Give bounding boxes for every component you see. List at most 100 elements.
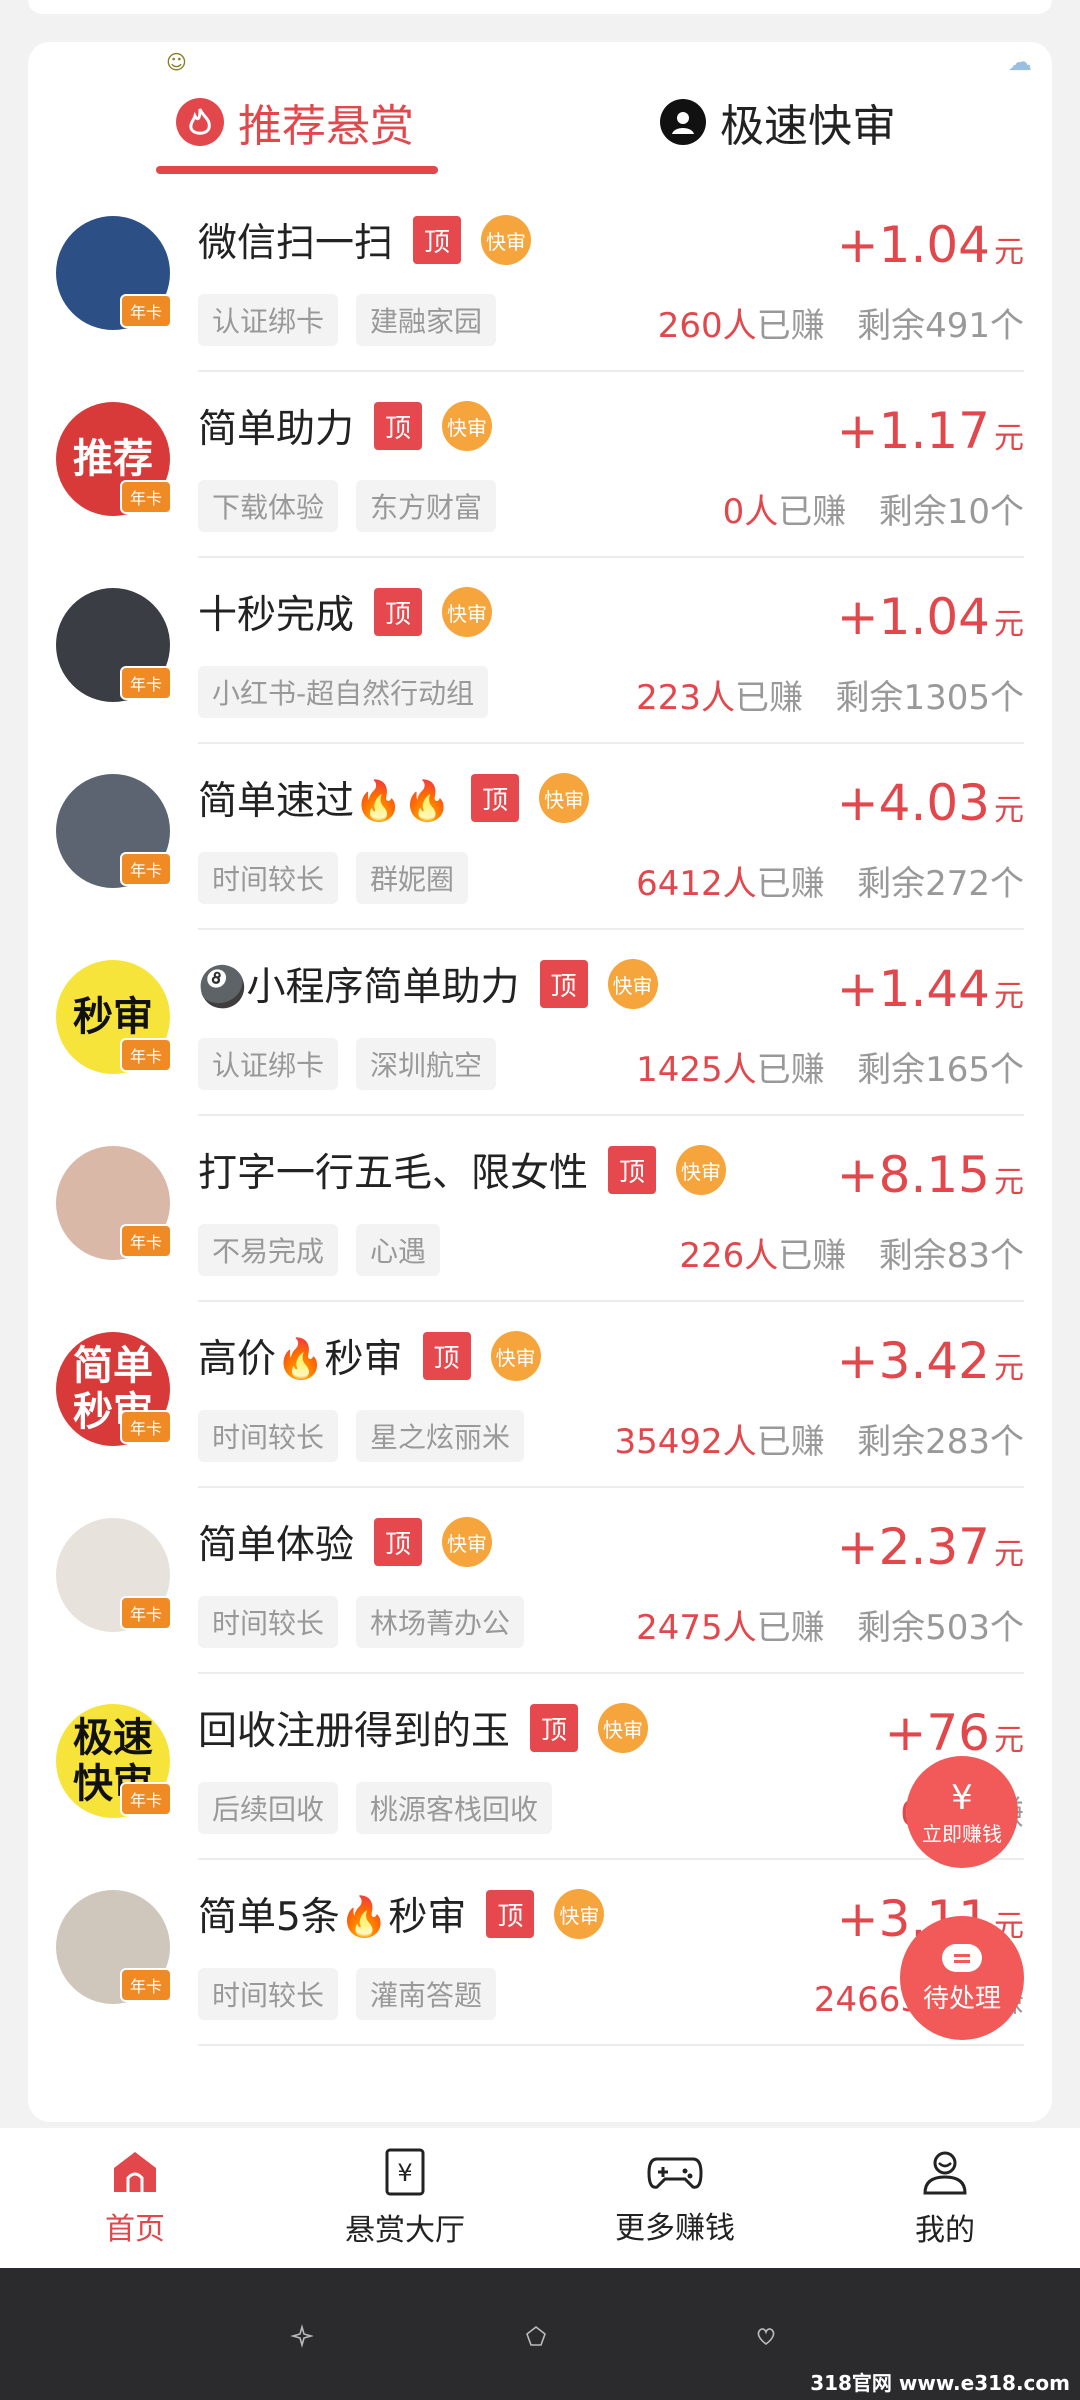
task-price: +8.15 元: [837, 1146, 1024, 1204]
task-tags: 下载体验 东方财富: [198, 480, 497, 532]
task-stats: 223人已赚 剩余1305个: [636, 670, 1024, 719]
yuan-icon: ¥: [951, 1777, 973, 1818]
price-unit: 元: [994, 1723, 1024, 1758]
task-tag: 后续回收: [198, 1782, 339, 1834]
price-unit: 元: [994, 793, 1024, 828]
earned-unit: 人: [722, 1422, 757, 1462]
remain-prefix: 剩余: [857, 1422, 926, 1462]
remain-count: 491: [925, 306, 990, 346]
task-title-row: 高价🔥秒审 顶 快审: [198, 1328, 541, 1384]
chat-bubble-icon: [942, 1943, 982, 1972]
remain-prefix: 剩余: [878, 492, 947, 532]
system-back-icon[interactable]: [290, 2324, 314, 2348]
task-stats: 6412人已赚 剩余272个: [636, 856, 1024, 905]
remain-suffix: 个: [990, 1236, 1024, 1276]
task-item[interactable]: 年卡 微信扫一扫 顶 快审 认证绑卡 建融家园 +1.04 元 260人已赚 剩余…: [28, 186, 1052, 372]
price-value: +1.04: [836, 588, 990, 646]
tab-recommended[interactable]: 推荐悬赏: [176, 90, 414, 154]
task-item[interactable]: 年卡 简单5条🔥秒审 顶 快审 时间较长灌南答题 +3.11 元 24663人已…: [28, 1860, 1052, 2046]
remain-suffix: 个: [990, 1422, 1024, 1462]
task-title: 微信扫一扫: [198, 221, 394, 266]
user-icon: [923, 2151, 967, 2195]
annual-card-badge: 年卡: [120, 1596, 172, 1630]
remain-prefix: 剩余: [857, 1608, 926, 1648]
task-tags: 时间较长 林场菁办公: [198, 1596, 525, 1648]
task-price: +1.04 元: [837, 588, 1024, 646]
earned-suffix: 已赚: [778, 492, 847, 532]
price-value: +8.15: [836, 1146, 990, 1204]
task-item[interactable]: 秒审 年卡 🎱小程序简单助力 顶 快审 认证绑卡 深圳航空 +1.44 元 142…: [28, 930, 1052, 1116]
price-value: +1.17: [836, 402, 990, 460]
earned-unit: 人: [744, 492, 779, 532]
earned-unit: 人: [722, 864, 757, 904]
annual-card-badge: 年卡: [120, 480, 172, 514]
task-card: ☺ ☁ 推荐悬赏 极速快审 年卡 微信扫一扫 顶 快审 认证绑卡 建融家园 +1.: [28, 42, 1052, 2122]
task-title: 高价🔥秒审: [198, 1337, 403, 1382]
task-tag: 时间较长: [198, 1596, 339, 1648]
task-stats: 226人已赚 剩余83个: [679, 1228, 1024, 1277]
remain-count: 10: [946, 492, 990, 532]
task-title-row: 简单5条🔥秒审 顶 快审: [198, 1886, 605, 1942]
remain-suffix: 个: [990, 306, 1024, 346]
task-price: +2.37 元: [837, 1518, 1024, 1576]
previous-card-edge: [28, 0, 1052, 14]
task-title-row: 十秒完成 顶 快审: [198, 584, 493, 640]
nav-more-earn-label: 更多赚钱: [615, 2211, 735, 2246]
task-item[interactable]: 推荐 年卡 简单助力 顶 快审 下载体验 东方财富 +1.17 元 0人已赚 剩余…: [28, 372, 1052, 558]
earned-suffix: 已赚: [756, 1050, 825, 1090]
task-item[interactable]: 简单秒审 年卡 高价🔥秒审 顶 快审 时间较长 星之炫丽米 +3.42 元 354…: [28, 1302, 1052, 1488]
fast-review-badge: 快审: [481, 215, 532, 265]
system-recent-icon[interactable]: [754, 2324, 778, 2348]
task-price: +1.04 元: [837, 216, 1024, 274]
price-unit: 元: [994, 421, 1024, 456]
annual-card-badge: 年卡: [120, 294, 172, 328]
task-price: +1.44 元: [837, 960, 1024, 1018]
earned-count: 223: [636, 678, 702, 718]
annual-card-badge: 年卡: [120, 1038, 172, 1072]
tab-fast-review[interactable]: 极速快审: [660, 90, 896, 154]
fast-review-badge: 快审: [607, 959, 658, 1009]
price-unit: 元: [994, 607, 1024, 642]
task-tag: 小红书-超自然行动组: [198, 666, 489, 718]
nav-mine[interactable]: 我的: [810, 2128, 1080, 2268]
remain-prefix: 剩余: [835, 678, 904, 718]
fast-review-badge: 快审: [676, 1145, 727, 1195]
nav-home[interactable]: 首页: [0, 2128, 270, 2268]
task-title: 简单体验: [198, 1523, 355, 1568]
pinned-badge: 顶: [486, 1890, 535, 1938]
annual-card-badge: 年卡: [120, 1224, 172, 1258]
pinned-badge: 顶: [530, 1704, 579, 1752]
task-title: 回收注册得到的玉: [198, 1709, 511, 1754]
earned-suffix: 已赚: [778, 1236, 847, 1276]
task-item[interactable]: 年卡 简单体验 顶 快审 时间较长 林场菁办公 +2.37 元 2475人已赚 剩…: [28, 1488, 1052, 1674]
remain-suffix: 个: [990, 864, 1024, 904]
task-item[interactable]: 极速快审 年卡 回收注册得到的玉 顶 快审 后续回收桃源客栈回收 +76 元 0…: [28, 1674, 1052, 1860]
task-title: 十秒完成: [198, 593, 355, 638]
system-home-icon[interactable]: [524, 2324, 548, 2348]
pinned-badge: 顶: [374, 1518, 423, 1566]
task-tags: 小红书-超自然行动组: [198, 666, 489, 718]
task-title: 简单5条🔥秒审: [198, 1895, 467, 1940]
task-price: +1.17 元: [837, 402, 1024, 460]
fast-review-badge: 快审: [442, 587, 493, 637]
task-title: 简单速过🔥🔥: [198, 779, 452, 824]
task-item[interactable]: 年卡 十秒完成 顶 快审 小红书-超自然行动组 +1.04 元 223人已赚 剩…: [28, 558, 1052, 744]
user-circle-icon: [660, 99, 706, 145]
fast-review-badge: 快审: [442, 1517, 493, 1567]
earn-now-button[interactable]: ¥ 立即赚钱: [906, 1756, 1018, 1868]
nav-mine-label: 我的: [915, 2213, 975, 2248]
price-unit: 元: [994, 979, 1024, 1014]
task-item[interactable]: 年卡 简单速过🔥🔥 顶 快审 时间较长 群妮圈 +4.03 元 6412人已赚 剩…: [28, 744, 1052, 930]
nav-reward-hall[interactable]: ¥ 悬赏大厅: [270, 2128, 540, 2268]
task-item[interactable]: 年卡 打字一行五毛、限女性 顶 快审 不易完成 心遇 +8.15 元 226人已赚…: [28, 1116, 1052, 1302]
remain-count: 1305: [903, 678, 990, 718]
task-tag: 深圳航空: [356, 1038, 497, 1090]
watermark-text: 318官网 www.e318.com: [810, 2371, 1070, 2395]
task-title: 打字一行五毛、限女性: [198, 1151, 589, 1196]
pending-button[interactable]: 待处理: [900, 1916, 1024, 2040]
avatar-text: 秒审: [73, 994, 153, 1040]
task-title-row: 回收注册得到的玉 顶 快审: [198, 1700, 649, 1756]
nav-more-earn[interactable]: 更多赚钱: [540, 2128, 810, 2268]
remain-prefix: 剩余: [857, 864, 926, 904]
task-tag: 建融家园: [356, 294, 497, 346]
